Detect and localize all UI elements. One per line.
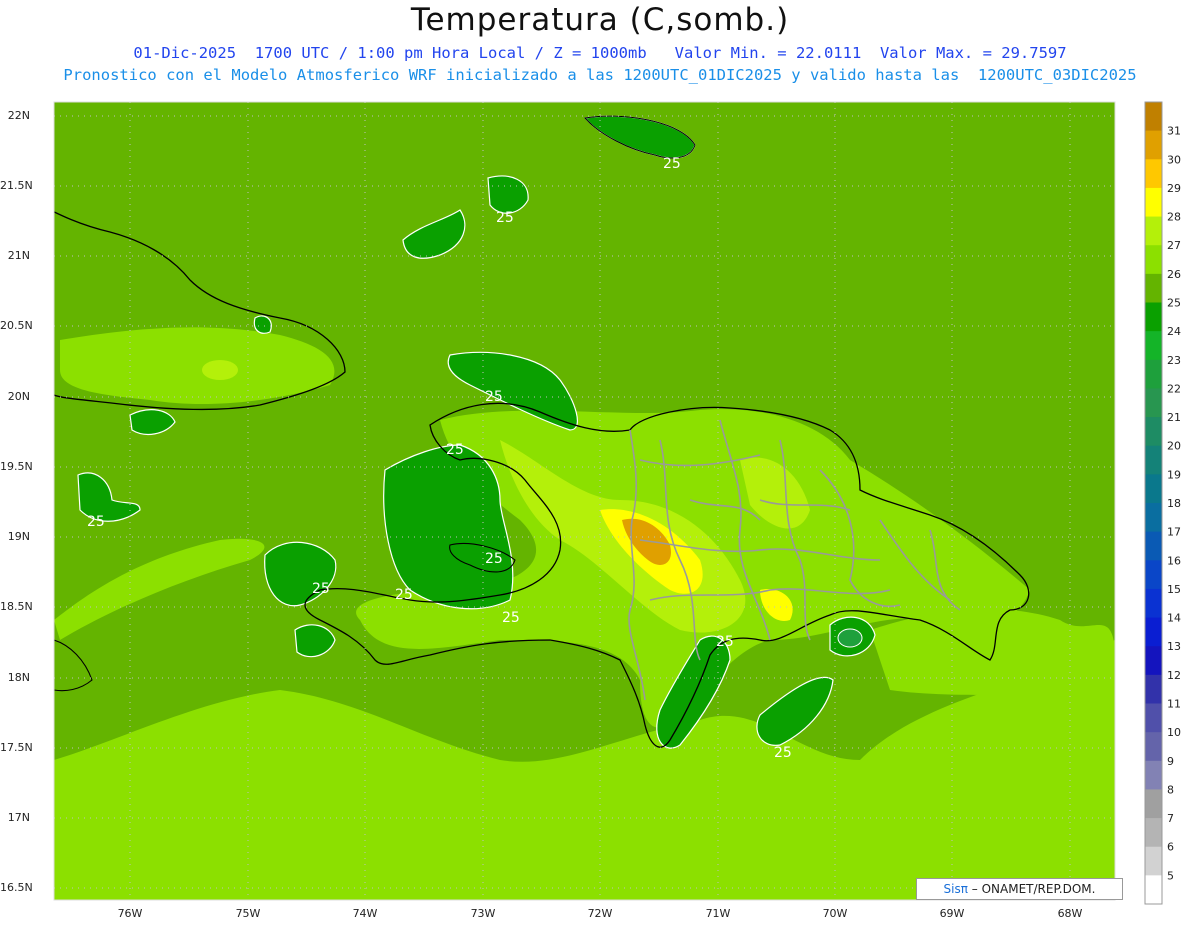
colorbar-swatch: [1145, 187, 1162, 218]
colorbar-label: 21: [1167, 411, 1181, 424]
colorbar-swatch: [1145, 417, 1162, 447]
colorbar-swatch: [1145, 445, 1162, 475]
colorbar-label: 24: [1167, 325, 1181, 338]
lat-label: 21.5N: [0, 179, 33, 192]
colorbar-label: 16: [1167, 554, 1181, 567]
colorbar-label: 23: [1167, 354, 1181, 367]
colorbar-label: 7: [1167, 812, 1174, 825]
credit-brand: Sisπ: [943, 882, 968, 896]
lon-label: 70W: [822, 907, 848, 920]
colorbar-swatch: [1145, 302, 1162, 332]
colorbar-swatch: [1145, 159, 1162, 189]
temperature-map: 25 25 25 25 25 25 25 25 25 25 25 31 30 29 2…: [53, 101, 1181, 905]
lon-label: 76W: [117, 907, 143, 920]
contour-label: 25: [716, 634, 734, 650]
colorbar-swatch: [1145, 646, 1162, 676]
colorbar-swatch: [1145, 102, 1162, 132]
colorbar-swatch: [1145, 588, 1162, 619]
credit-box: Sisπ – ONAMET/REP.DOM.: [916, 878, 1123, 900]
colorbar-swatch: [1145, 760, 1162, 790]
contour-label: 25: [774, 745, 792, 761]
colorbar-swatch: [1145, 875, 1162, 905]
colorbar-label: 17: [1167, 526, 1181, 539]
lat-label: 18N: [7, 671, 30, 684]
contour-label: 25: [485, 551, 503, 567]
colorbar-label: 31: [1167, 125, 1181, 138]
lat-label: 21N: [7, 249, 30, 262]
colorbar-swatch: [1145, 617, 1162, 647]
colorbar: 31 30 29 28 27 26 25 24 23 22 21 20 19 18 17 16 15 14 13 12…: [1144, 101, 1181, 905]
colorbar-swatch: [1145, 560, 1162, 590]
colorbar-swatch: [1145, 130, 1162, 160]
colorbar-swatch: [1145, 789, 1162, 819]
lon-label: 72W: [587, 907, 613, 920]
colorbar-swatch: [1145, 703, 1162, 733]
lat-label: 17.5N: [0, 741, 33, 754]
colorbar-label: 29: [1167, 182, 1181, 195]
southeast-cold-core: [837, 628, 863, 648]
contour-label: 25: [663, 156, 681, 172]
colorbar-label: 19: [1167, 468, 1181, 481]
colorbar-swatch: [1145, 732, 1162, 762]
colorbar-swatch: [1145, 674, 1162, 704]
contour-label: 25: [312, 581, 330, 597]
colorbar-label: 5: [1167, 869, 1174, 882]
colorbar-label: 13: [1167, 640, 1181, 653]
lat-label: 19.5N: [0, 460, 33, 473]
lat-label: 17N: [7, 811, 30, 824]
colorbar-label: 12: [1167, 669, 1181, 682]
colorbar-label: 27: [1167, 239, 1181, 252]
lon-label: 75W: [235, 907, 261, 920]
colorbar-label: 18: [1167, 497, 1181, 510]
lat-label: 22N: [7, 109, 30, 122]
colorbar-label: 9: [1167, 755, 1174, 768]
colorbar-label: 6: [1167, 841, 1174, 854]
lat-label: 20.5N: [0, 319, 33, 332]
cuba-hot-spot: [202, 360, 238, 380]
lon-label: 73W: [470, 907, 496, 920]
colorbar-label: 30: [1167, 153, 1181, 166]
colorbar-swatch: [1145, 331, 1162, 361]
contour-label: 25: [87, 514, 105, 530]
colorbar-swatch: [1145, 818, 1162, 848]
lat-label: 20N: [7, 390, 30, 403]
colorbar-swatch: [1145, 474, 1162, 504]
lat-label: 18.5N: [0, 600, 33, 613]
colorbar-label: 14: [1167, 612, 1181, 625]
colorbar-label: 10: [1167, 726, 1181, 739]
cuba-warm-zone: [60, 327, 335, 405]
colorbar-label: 20: [1167, 440, 1181, 453]
contour-label: 25: [485, 389, 503, 405]
lat-label: 16.5N: [0, 881, 33, 894]
contour-label: 25: [446, 442, 464, 458]
colorbar-swatch: [1145, 273, 1162, 303]
colorbar-swatch: [1145, 388, 1162, 418]
lon-label: 69W: [939, 907, 965, 920]
contour-label: 25: [496, 210, 514, 226]
colorbar-swatch: [1145, 846, 1162, 876]
colorbar-swatch: [1145, 359, 1162, 389]
lon-label: 71W: [705, 907, 731, 920]
colorbar-swatch: [1145, 216, 1162, 246]
credit-text: – ONAMET/REP.DOM.: [967, 882, 1096, 896]
colorbar-label: 22: [1167, 382, 1181, 395]
colorbar-label: 11: [1167, 698, 1181, 711]
colorbar-label: 28: [1167, 211, 1181, 224]
colorbar-label: 25: [1167, 297, 1181, 310]
colorbar-swatch: [1145, 503, 1162, 533]
contour-label: 25: [395, 587, 413, 603]
cuba-cool-region-2: [253, 315, 272, 334]
contour-label: 25: [502, 610, 520, 626]
colorbar-label: 15: [1167, 583, 1181, 596]
colorbar-label: 26: [1167, 268, 1181, 281]
colorbar-swatch: [1145, 531, 1162, 561]
lon-label: 74W: [352, 907, 378, 920]
colorbar-swatch: [1145, 245, 1162, 275]
lon-label: 68W: [1057, 907, 1083, 920]
lat-label: 19N: [7, 530, 30, 543]
colorbar-label: 8: [1167, 783, 1174, 796]
